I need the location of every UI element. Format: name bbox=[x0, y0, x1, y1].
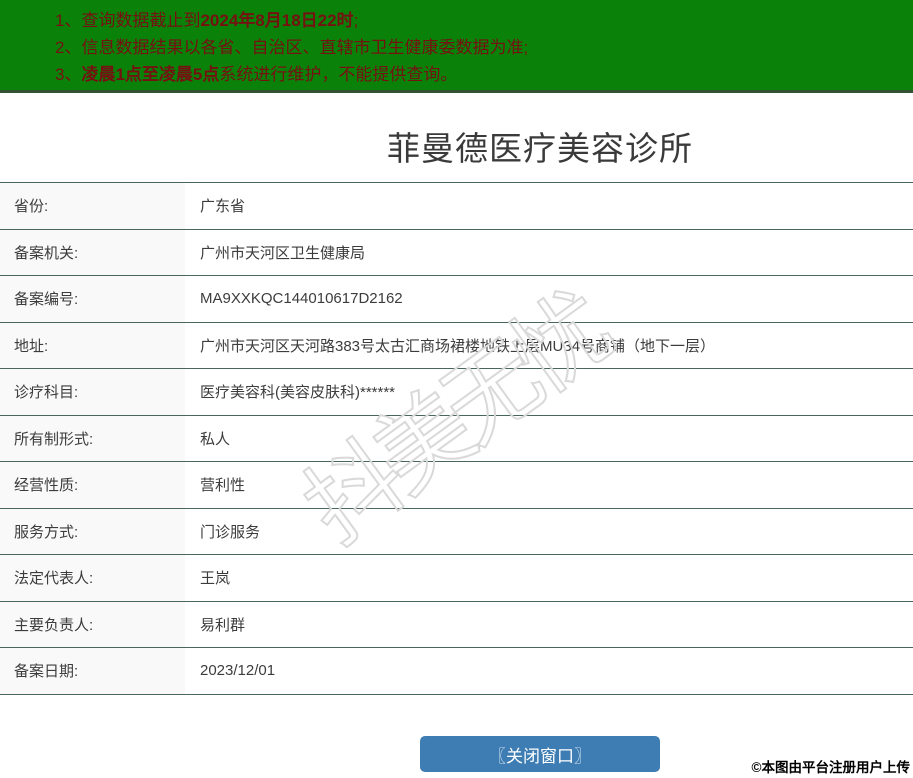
notice-line-2-text: 2、信息数据结果以各省、自治区、直辖市卫生健康委数据为准; bbox=[55, 38, 529, 57]
row-label: 所有制形式: bbox=[0, 415, 185, 461]
notice-line-3-suffix: 系统进行维护，不能提供查询。 bbox=[219, 65, 458, 84]
notice-line-1: 1、查询数据截止到2024年8月18日22时; bbox=[55, 7, 913, 34]
info-table: 省份: 广东省 备案机关: 广州市天河区卫生健康局 备案编号: MA9XXKQC… bbox=[0, 182, 913, 695]
row-value: MA9XXKQC144010617D2162 bbox=[200, 290, 403, 308]
table-row-service-mode: 服务方式: 门诊服务 bbox=[0, 508, 913, 555]
row-value: 医疗美容科(美容皮肤科)****** bbox=[200, 384, 396, 402]
notice-line-1-text: 1、查询数据截止到 bbox=[55, 11, 201, 30]
notice-banner: 1、查询数据截止到2024年8月18日22时; 2、信息数据结果以各省、自治区、… bbox=[0, 0, 913, 93]
table-row-principal: 主要负责人: 易利群 bbox=[0, 601, 913, 648]
row-label: 省份: bbox=[0, 183, 185, 229]
clinic-title: 菲曼德医疗美容诊所 bbox=[387, 130, 693, 167]
row-label: 经营性质: bbox=[0, 462, 185, 508]
row-value: 广州市天河区卫生健康局 bbox=[200, 244, 366, 262]
table-row-ownership-type: 所有制形式: 私人 bbox=[0, 415, 913, 462]
row-label: 法定代表人: bbox=[0, 555, 185, 601]
row-label: 主要负责人: bbox=[0, 601, 185, 647]
table-row-business-nature: 经营性质: 营利性 bbox=[0, 462, 913, 509]
row-label: 诊疗科目: bbox=[0, 369, 185, 415]
row-label: 备案编号: bbox=[0, 276, 185, 322]
table-row-legal-representative: 法定代表人: 王岚 bbox=[0, 555, 913, 602]
notice-line-3-bold: 凌晨1点至凌晨5点 bbox=[81, 65, 220, 84]
row-value: 广州市天河区天河路383号太古汇商场裙楼地铁上层MU34号商铺（地下一层） bbox=[200, 337, 716, 355]
row-value: 2023/12/01 bbox=[200, 662, 276, 680]
row-value: 私人 bbox=[200, 430, 231, 448]
table-row-province: 省份: 广东省 bbox=[0, 183, 913, 230]
close-window-button[interactable]: 〖关闭窗口〗 bbox=[420, 736, 660, 772]
notice-line-3: 3、凌晨1点至凌晨5点系统进行维护，不能提供查询。 bbox=[55, 61, 913, 88]
table-row-filing-date: 备案日期: 2023/12/01 bbox=[0, 648, 913, 695]
notice-line-1-suffix: ; bbox=[353, 11, 359, 30]
row-value: 广东省 bbox=[200, 198, 246, 216]
table-row-treatment-subjects: 诊疗科目: 医疗美容科(美容皮肤科)****** bbox=[0, 369, 913, 416]
row-label: 地址: bbox=[0, 322, 185, 368]
table-row-filing-authority: 备案机关: 广州市天河区卫生健康局 bbox=[0, 229, 913, 276]
notice-line-1-bold: 2024年8月18日22时 bbox=[200, 11, 354, 30]
table-row-address: 地址: 广州市天河区天河路383号太古汇商场裙楼地铁上层MU34号商铺（地下一层… bbox=[0, 322, 913, 369]
notice-banner-content: 1、查询数据截止到2024年8月18日22时; 2、信息数据结果以各省、自治区、… bbox=[0, 0, 913, 88]
row-value: 门诊服务 bbox=[200, 523, 261, 541]
table-row-filing-number: 备案编号: MA9XXKQC144010617D2162 bbox=[0, 276, 913, 323]
copyright-note: ©本图由平台注册用户上传 bbox=[751, 760, 910, 775]
notice-line-2: 2、信息数据结果以各省、自治区、直辖市卫生健康委数据为准; bbox=[55, 34, 913, 61]
row-value: 易利群 bbox=[200, 616, 246, 634]
row-label: 服务方式: bbox=[0, 508, 185, 554]
row-value: 王岚 bbox=[200, 570, 231, 588]
notice-line-3-text: 3、 bbox=[55, 65, 82, 84]
row-label: 备案日期: bbox=[0, 648, 185, 694]
row-value: 营利性 bbox=[200, 477, 246, 495]
row-label: 备案机关: bbox=[0, 229, 185, 275]
